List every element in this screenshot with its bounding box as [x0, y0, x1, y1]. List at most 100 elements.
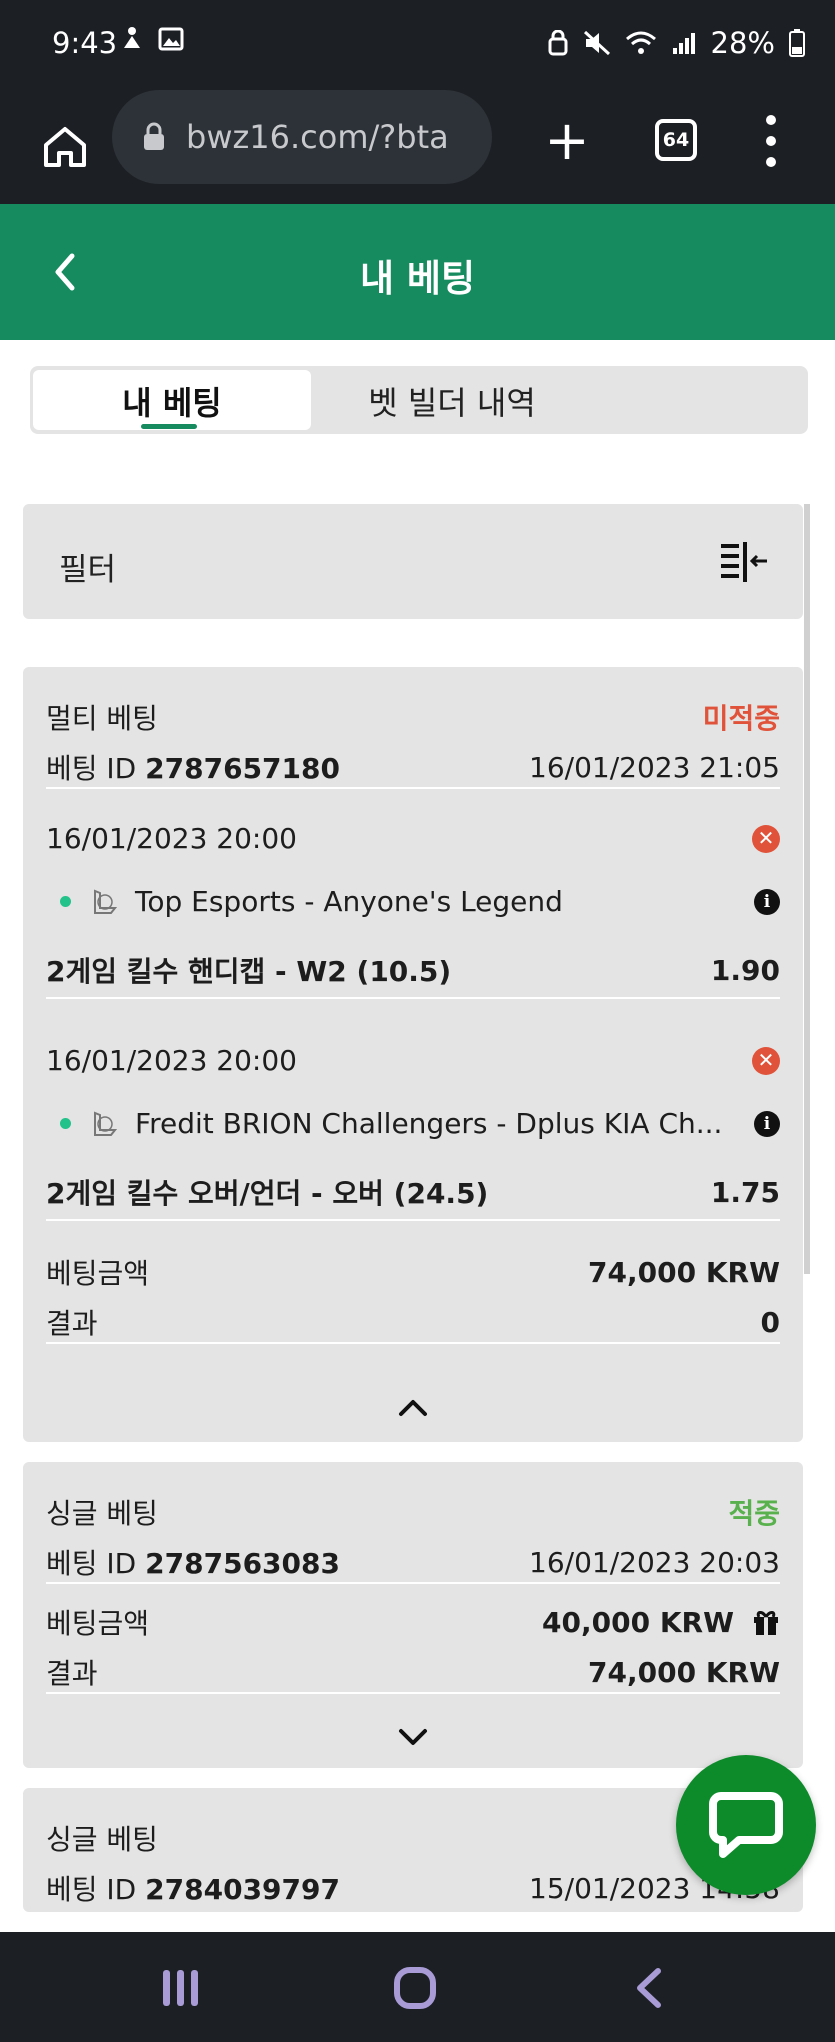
collapse-button[interactable]	[23, 1397, 803, 1421]
selection-market-row: 2게임 킬수 오버/언더 - 오버 (24.5) 1.75	[46, 1172, 780, 1212]
address-bar[interactable]: bwz16.com/?bta	[112, 90, 492, 184]
bet-card: 싱글 베팅 적중 베팅 ID 2787563083 16/01/2023 20:…	[23, 1462, 803, 1768]
browser-toolbar: bwz16.com/?bta + 64	[0, 90, 835, 204]
live-dot-icon	[60, 896, 71, 907]
app-header: 내 베팅	[0, 204, 835, 340]
status-badge: 적중	[728, 1497, 780, 1530]
bet-card: 멀티 베팅 미적중 베팅 ID 2787657180 16/01/2023 21…	[23, 667, 803, 1442]
wifi-icon	[625, 31, 656, 54]
chevron-down-icon	[399, 1729, 427, 1745]
bet-id-row: 베팅 ID 2787563083 16/01/2023 20:03	[46, 1542, 780, 1582]
live-dot-icon	[60, 1118, 71, 1129]
bet-id-label: 베팅 ID	[46, 1547, 137, 1580]
result-label: 결과	[46, 1307, 98, 1340]
divider	[46, 1219, 780, 1221]
tab-switcher-button[interactable]: 64	[655, 119, 697, 161]
stake-label: 베팅금액	[46, 1257, 150, 1290]
lost-icon: ✕	[752, 824, 780, 853]
back-nav-icon[interactable]	[630, 1965, 666, 2011]
stake-label: 베팅금액	[46, 1607, 150, 1640]
recent-apps-icon[interactable]	[160, 1967, 202, 2009]
gift-icon	[754, 1611, 778, 1635]
bet-card-header: 싱글 베팅	[46, 1818, 780, 1858]
divider	[46, 1692, 780, 1694]
divider	[46, 997, 780, 999]
divider	[46, 1342, 780, 1344]
page-title: 내 베팅	[359, 257, 475, 300]
stake-row: 베팅금액 74,000 KRW	[46, 1252, 780, 1292]
scrollbar[interactable]	[804, 504, 810, 1274]
selection-odds: 1.90	[710, 953, 780, 987]
bet-id: 2784039797	[145, 1873, 340, 1906]
divider	[46, 787, 780, 789]
bet-id: 2787657180	[145, 752, 340, 785]
divider	[46, 1582, 780, 1584]
bet-id-row: 베팅 ID 2787657180 16/01/2023 21:05	[46, 747, 780, 787]
chat-bubble-icon	[709, 1792, 783, 1858]
bet-type: 싱글 베팅	[46, 1497, 158, 1530]
expand-button[interactable]	[23, 1727, 803, 1751]
lock-icon	[144, 122, 164, 150]
image-icon	[158, 27, 184, 51]
bet-card-header: 멀티 베팅 미적중	[46, 697, 780, 737]
battery-percent: 28%	[710, 26, 775, 60]
home-nav-icon[interactable]	[392, 1965, 438, 2011]
bet-card-header: 싱글 베팅 적중	[46, 1492, 780, 1532]
bet-id-label: 베팅 ID	[46, 1873, 137, 1906]
result-row: 결과 0	[46, 1302, 780, 1342]
url-text: bwz16.com/?bta	[186, 118, 449, 156]
status-bar: 9:43 28%	[0, 0, 835, 90]
stake-row: 베팅금액 40,000 KRW	[46, 1602, 780, 1642]
signal-icon	[672, 33, 695, 54]
selection-match: Fredit BRION Challengers - Dplus KIA Ch.…	[135, 1107, 723, 1140]
live-chat-button[interactable]	[676, 1755, 816, 1895]
active-tab-indicator	[141, 424, 197, 429]
bet-id-label: 베팅 ID	[46, 752, 137, 785]
selection-match-row: Top Esports - Anyone's Legend i	[46, 885, 780, 918]
notification-icons	[120, 26, 184, 52]
bet-placed-time: 16/01/2023 20:03	[529, 1545, 780, 1579]
result-amount: 0	[760, 1305, 780, 1339]
selection-datetime: 16/01/2023 20:00	[46, 1044, 297, 1077]
tab-bet-builder-history[interactable]: 벳 빌더 내역	[313, 378, 591, 424]
stake-amount: 40,000 KRW	[542, 1605, 734, 1639]
chevron-up-icon	[399, 1400, 427, 1416]
lock-status-icon	[548, 30, 568, 56]
browser-menu-button[interactable]	[756, 115, 786, 167]
selection-market-row: 2게임 킬수 핸디캡 - W2 (10.5) 1.90	[46, 950, 780, 990]
status-time: 9:43	[52, 26, 118, 60]
lost-icon: ✕	[752, 1046, 780, 1075]
selection-odds: 1.75	[710, 1175, 780, 1209]
new-tab-button[interactable]: +	[532, 108, 602, 178]
bet-id-row: 베팅 ID 2784039797 15/01/2023 14:58	[46, 1868, 780, 1908]
mute-icon	[583, 30, 610, 56]
selection-market: 2게임 킬수 오버/언더 - 오버 (24.5)	[46, 1177, 489, 1210]
battery-icon	[789, 29, 805, 57]
filter-label: 필터	[59, 552, 117, 588]
bet-placed-time: 16/01/2023 21:05	[529, 750, 780, 784]
result-row: 결과 74,000 KRW	[46, 1652, 780, 1692]
selection-datetime-row: 16/01/2023 20:00 ✕	[46, 822, 780, 855]
result-amount: 74,000 KRW	[588, 1655, 780, 1689]
filter-bar[interactable]: 필터	[23, 504, 803, 619]
stake-amount: 74,000 KRW	[588, 1255, 780, 1289]
selection-market: 2게임 킬수 핸디캡 - W2 (10.5)	[46, 955, 452, 988]
accessibility-icon	[124, 27, 140, 48]
home-icon	[44, 127, 86, 167]
info-icon[interactable]: i	[754, 1110, 780, 1137]
bet-type: 싱글 베팅	[46, 1823, 158, 1856]
selection-datetime: 16/01/2023 20:00	[46, 822, 297, 855]
result-label: 결과	[46, 1657, 98, 1690]
lol-game-icon	[94, 1111, 117, 1136]
system-icons: 28%	[547, 26, 805, 60]
bet-type: 멀티 베팅	[46, 702, 158, 735]
info-icon[interactable]: i	[754, 888, 780, 915]
filter-icon[interactable]	[719, 540, 769, 584]
status-badge: 미적중	[702, 702, 780, 735]
system-nav-bar	[0, 1932, 835, 2042]
bet-tabs: 내 베팅 벳 빌더 내역	[30, 366, 808, 434]
selection-match: Top Esports - Anyone's Legend	[135, 885, 563, 918]
home-button[interactable]	[30, 112, 100, 182]
tab-my-bets-label[interactable]: 내 베팅	[33, 378, 311, 424]
selection-match-row: Fredit BRION Challengers - Dplus KIA Ch.…	[46, 1107, 780, 1140]
